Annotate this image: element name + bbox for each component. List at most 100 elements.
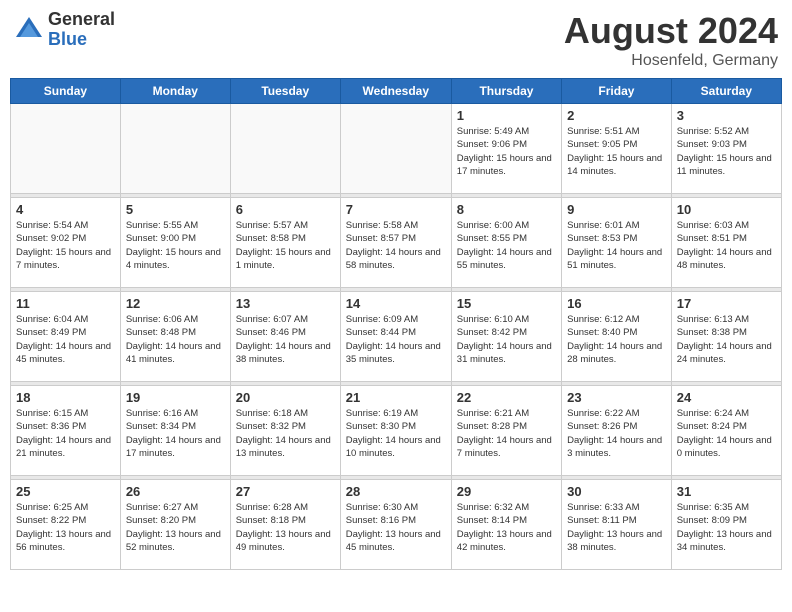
day-number: 26 [126,484,225,499]
col-header-tuesday: Tuesday [230,79,340,104]
day-number: 27 [236,484,335,499]
calendar-location: Hosenfeld, Germany [564,52,778,70]
calendar-day-cell: 30 Sunrise: 6:33 AM Sunset: 8:11 PM Dayli… [562,480,672,570]
calendar-day-cell: 21 Sunrise: 6:19 AM Sunset: 8:30 PM Dayli… [340,386,451,476]
calendar-day-cell: 24 Sunrise: 6:24 AM Sunset: 8:24 PM Dayli… [671,386,781,476]
calendar-day-cell: 12Sunrise: 6:06 AM Sunset: 8:48 PM Dayli… [120,292,230,382]
day-info: Sunrise: 5:58 AM Sunset: 8:57 PM Dayligh… [346,219,446,272]
day-info: Sunrise: 6:33 AM Sunset: 8:11 PM Dayligh… [567,501,666,554]
col-header-friday: Friday [562,79,672,104]
day-info: Sunrise: 6:03 AM Sunset: 8:51 PM Dayligh… [677,219,776,272]
day-number: 30 [567,484,666,499]
calendar-day-cell: 19 Sunrise: 6:16 AM Sunset: 8:34 PM Dayli… [120,386,230,476]
day-info: Sunrise: 6:35 AM Sunset: 8:09 PM Dayligh… [677,501,776,554]
day-info: Sunrise: 6:30 AM Sunset: 8:16 PM Dayligh… [346,501,446,554]
day-number: 20 [236,390,335,405]
day-info: Sunrise: 6:25 AM Sunset: 8:22 PM Dayligh… [16,501,115,554]
col-header-wednesday: Wednesday [340,79,451,104]
calendar-day-cell [11,104,121,194]
day-info: Sunrise: 6:18 AM Sunset: 8:32 PM Dayligh… [236,407,335,460]
day-number: 24 [677,390,776,405]
day-number: 7 [346,202,446,217]
day-info: Sunrise: 6:24 AM Sunset: 8:24 PM Dayligh… [677,407,776,460]
day-info: Sunrise: 6:00 AM Sunset: 8:55 PM Dayligh… [457,219,556,272]
day-info: Sunrise: 5:51 AM Sunset: 9:05 PM Dayligh… [567,125,666,178]
day-number: 16 [567,296,666,311]
day-info: Sunrise: 5:52 AM Sunset: 9:03 PM Dayligh… [677,125,776,178]
day-number: 19 [126,390,225,405]
calendar-day-cell: 17 Sunrise: 6:13 AM Sunset: 8:38 PM Dayli… [671,292,781,382]
day-number: 8 [457,202,556,217]
calendar-week-row: 11 Sunrise: 6:04 AM Sunset: 8:49 PM Dayli… [11,292,782,382]
calendar-week-row: 4Sunrise: 5:54 AM Sunset: 9:02 PM Daylig… [11,198,782,288]
day-info: Sunrise: 6:12 AM Sunset: 8:40 PM Dayligh… [567,313,666,366]
day-number: 3 [677,108,776,123]
calendar-day-cell: 5 Sunrise: 5:55 AM Sunset: 9:00 PM Daylig… [120,198,230,288]
day-info: Sunrise: 6:27 AM Sunset: 8:20 PM Dayligh… [126,501,225,554]
calendar-day-cell: 18 Sunrise: 6:15 AM Sunset: 8:36 PM Dayli… [11,386,121,476]
calendar-day-cell [120,104,230,194]
calendar-day-cell: 20 Sunrise: 6:18 AM Sunset: 8:32 PM Dayli… [230,386,340,476]
day-number: 4 [16,202,115,217]
day-number: 9 [567,202,666,217]
day-number: 31 [677,484,776,499]
calendar-day-cell: 2 Sunrise: 5:51 AM Sunset: 9:05 PM Daylig… [562,104,672,194]
calendar-day-cell: 9 Sunrise: 6:01 AM Sunset: 8:53 PM Daylig… [562,198,672,288]
day-info: Sunrise: 6:15 AM Sunset: 8:36 PM Dayligh… [16,407,115,460]
calendar-day-cell: 8 Sunrise: 6:00 AM Sunset: 8:55 PM Daylig… [451,198,561,288]
day-number: 12 [126,296,225,311]
calendar-week-row: 25 Sunrise: 6:25 AM Sunset: 8:22 PM Dayli… [11,480,782,570]
day-number: 15 [457,296,556,311]
day-info: Sunrise: 6:13 AM Sunset: 8:38 PM Dayligh… [677,313,776,366]
day-number: 14 [346,296,446,311]
day-number: 29 [457,484,556,499]
calendar-week-row: 18 Sunrise: 6:15 AM Sunset: 8:36 PM Dayli… [11,386,782,476]
day-info: Sunrise: 6:19 AM Sunset: 8:30 PM Dayligh… [346,407,446,460]
calendar-day-cell: 11 Sunrise: 6:04 AM Sunset: 8:49 PM Dayli… [11,292,121,382]
day-info: Sunrise: 6:16 AM Sunset: 8:34 PM Dayligh… [126,407,225,460]
day-number: 25 [16,484,115,499]
day-info: Sunrise: 5:55 AM Sunset: 9:00 PM Dayligh… [126,219,225,272]
day-info: Sunrise: 5:57 AM Sunset: 8:58 PM Dayligh… [236,219,335,272]
calendar-day-cell: 28 Sunrise: 6:30 AM Sunset: 8:16 PM Dayli… [340,480,451,570]
day-number: 1 [457,108,556,123]
logo: General Blue [14,10,115,50]
day-info: Sunrise: 6:32 AM Sunset: 8:14 PM Dayligh… [457,501,556,554]
title-block: August 2024 Hosenfeld, Germany [564,10,778,70]
col-header-sunday: Sunday [11,79,121,104]
day-info: Sunrise: 6:07 AM Sunset: 8:46 PM Dayligh… [236,313,335,366]
day-number: 2 [567,108,666,123]
day-info: Sunrise: 6:10 AM Sunset: 8:42 PM Dayligh… [457,313,556,366]
col-header-saturday: Saturday [671,79,781,104]
day-number: 17 [677,296,776,311]
calendar-day-cell: 6Sunrise: 5:57 AM Sunset: 8:58 PM Daylig… [230,198,340,288]
day-info: Sunrise: 6:01 AM Sunset: 8:53 PM Dayligh… [567,219,666,272]
calendar-week-row: 1 Sunrise: 5:49 AM Sunset: 9:06 PM Daylig… [11,104,782,194]
day-info: Sunrise: 5:49 AM Sunset: 9:06 PM Dayligh… [457,125,556,178]
day-number: 28 [346,484,446,499]
calendar-day-cell [340,104,451,194]
calendar-day-cell: 25 Sunrise: 6:25 AM Sunset: 8:22 PM Dayli… [11,480,121,570]
logo-general-text: General [48,10,115,30]
calendar-day-cell: 1 Sunrise: 5:49 AM Sunset: 9:06 PM Daylig… [451,104,561,194]
calendar-day-cell: 26 Sunrise: 6:27 AM Sunset: 8:20 PM Dayli… [120,480,230,570]
calendar-day-cell: 7 Sunrise: 5:58 AM Sunset: 8:57 PM Daylig… [340,198,451,288]
calendar-day-cell: 10 Sunrise: 6:03 AM Sunset: 8:51 PM Dayli… [671,198,781,288]
day-info: Sunrise: 6:21 AM Sunset: 8:28 PM Dayligh… [457,407,556,460]
day-number: 18 [16,390,115,405]
calendar-table: SundayMondayTuesdayWednesdayThursdayFrid… [10,78,782,570]
calendar-day-cell: 23Sunrise: 6:22 AM Sunset: 8:26 PM Dayli… [562,386,672,476]
calendar-day-cell: 15 Sunrise: 6:10 AM Sunset: 8:42 PM Dayli… [451,292,561,382]
calendar-day-cell: 3 Sunrise: 5:52 AM Sunset: 9:03 PM Daylig… [671,104,781,194]
logo-icon [14,15,44,45]
day-number: 10 [677,202,776,217]
day-number: 11 [16,296,115,311]
calendar-day-cell: 27Sunrise: 6:28 AM Sunset: 8:18 PM Dayli… [230,480,340,570]
day-number: 23 [567,390,666,405]
calendar-header-row: SundayMondayTuesdayWednesdayThursdayFrid… [11,79,782,104]
day-number: 21 [346,390,446,405]
col-header-monday: Monday [120,79,230,104]
day-number: 5 [126,202,225,217]
page-header: General Blue August 2024 Hosenfeld, Germ… [10,10,782,70]
day-info: Sunrise: 6:04 AM Sunset: 8:49 PM Dayligh… [16,313,115,366]
